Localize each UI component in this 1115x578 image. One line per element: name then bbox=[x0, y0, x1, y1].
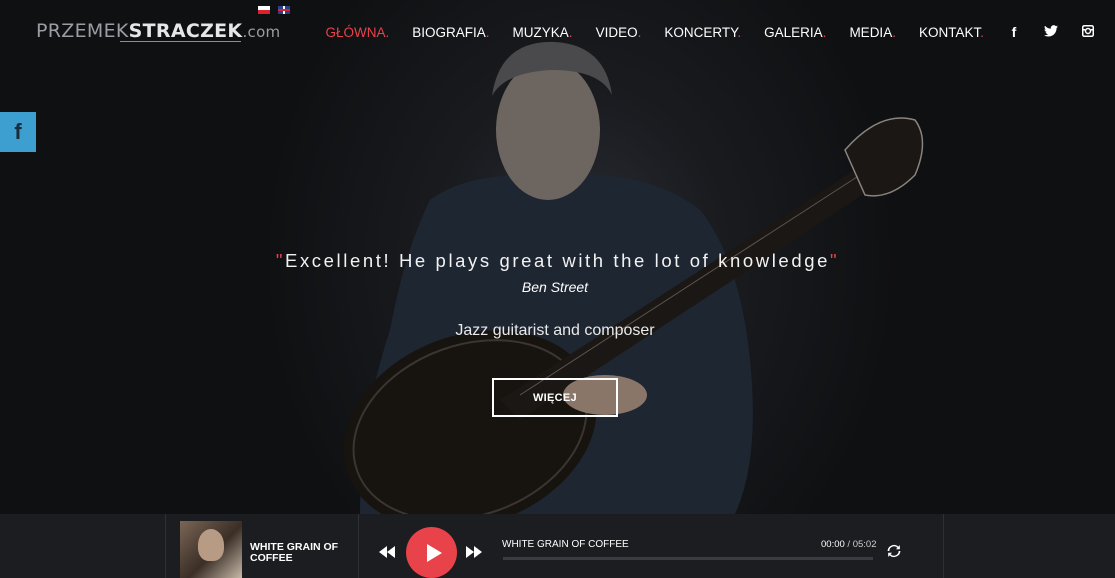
nav-item-glowna[interactable]: GŁÓWNA. bbox=[325, 25, 389, 40]
logo-domain: .com bbox=[242, 23, 281, 41]
now-playing-title: WHITE GRAIN OF COFFEE bbox=[502, 539, 629, 550]
nav-item-kontakt[interactable]: KONTAKT. bbox=[919, 25, 984, 40]
logo-underline bbox=[120, 41, 241, 42]
time-display: 00:00 / 05:02 bbox=[821, 539, 876, 550]
repeat-icon[interactable] bbox=[887, 544, 901, 558]
hero-quote: "Excellent! He plays great with the lot … bbox=[0, 250, 1115, 272]
play-button[interactable] bbox=[406, 527, 457, 578]
quote-author: Ben Street bbox=[521, 279, 589, 295]
nav-item-biografia[interactable]: BIOGRAFIA. bbox=[412, 25, 489, 40]
logo-first-name: PRZEMEK bbox=[36, 20, 129, 42]
quote-mark-open: " bbox=[275, 250, 286, 271]
progress-bar[interactable] bbox=[503, 557, 873, 560]
nav-item-galeria[interactable]: GALERIA. bbox=[764, 25, 826, 40]
player-divider bbox=[165, 514, 166, 578]
quote-text: Excellent! He plays great with the lot o… bbox=[285, 250, 830, 271]
cover-track-title: WHITE GRAIN OF COFFEE bbox=[250, 541, 339, 564]
quote-mark-close: " bbox=[829, 250, 840, 271]
uk-flag-icon[interactable] bbox=[278, 6, 290, 14]
duration: 05:02 bbox=[852, 539, 877, 550]
poland-flag-icon[interactable] bbox=[258, 6, 270, 14]
main-nav: GŁÓWNA. BIOGRAFIA. MUZYKA. VIDEO. KONCER… bbox=[302, 24, 1095, 40]
twitter-icon[interactable] bbox=[1044, 24, 1058, 40]
player-divider bbox=[943, 514, 944, 578]
language-switcher bbox=[258, 6, 290, 14]
fast-forward-icon[interactable] bbox=[466, 545, 482, 563]
time-separator: / bbox=[844, 539, 853, 550]
facebook-side-button[interactable]: f bbox=[0, 112, 36, 152]
logo-last-name: STRACZEK bbox=[128, 20, 243, 42]
facebook-icon: f bbox=[14, 119, 22, 144]
nav-item-koncerty[interactable]: KONCERTY. bbox=[664, 25, 741, 40]
more-button[interactable]: WIĘCEJ bbox=[492, 378, 618, 417]
rewind-icon[interactable] bbox=[379, 545, 395, 563]
nav-item-video[interactable]: VIDEO. bbox=[596, 25, 642, 40]
player-divider bbox=[358, 514, 359, 578]
nav-item-muzyka[interactable]: MUZYKA. bbox=[513, 25, 573, 40]
current-time: 00:00 bbox=[821, 539, 845, 550]
album-cover bbox=[180, 521, 242, 578]
site-logo[interactable]: PRZEMEKSTRACZEK.com bbox=[36, 20, 280, 42]
nav-item-media[interactable]: MEDIA. bbox=[849, 25, 896, 40]
facebook-icon[interactable]: f bbox=[1007, 24, 1021, 40]
instagram-icon[interactable] bbox=[1081, 24, 1095, 40]
hero-subtitle: Jazz guitarist and composer bbox=[455, 322, 655, 339]
